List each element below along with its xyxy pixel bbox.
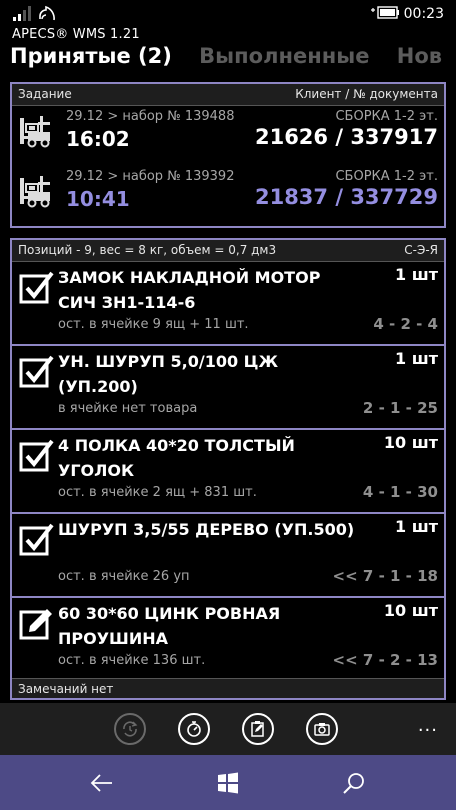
item-location: << 7 - 2 - 13 [332,651,438,669]
checkbox-checked-icon[interactable] [19,354,55,390]
search-icon[interactable] [342,771,366,795]
item-name: ШУРУП 3,5/55 ДЕРЕВО (УП.500) [58,520,355,539]
item-name: 4 ПОЛКА 40*20 ТОЛСТЫЙ УГОЛОК [58,436,295,480]
sync-button[interactable] [114,713,146,745]
clipboard-button[interactable] [242,713,274,745]
tab-new[interactable]: Нов [397,44,442,68]
items-panel: Позиций - 9, вес = 8 кг, объем = 0,7 дм3… [10,238,446,700]
clock: 00:23 [403,6,444,22]
task-row[interactable]: 29.12 > набор № 139392 СБОРКА 1-2 эт. 10… [12,168,444,226]
list-item[interactable]: 4 ПОЛКА 40*20 ТОЛСТЫЙ УГОЛОК 10 шт ост. … [12,430,444,514]
task-batch: 29.12 > набор № 139392 [66,169,235,184]
item-stock-note: ост. в ячейке 2 ящ + 831 шт. [58,485,257,500]
item-location: 4 - 2 - 4 [373,315,438,333]
task-row[interactable]: 29.12 > набор № 139488 СБОРКА 1-2 эт. 16… [12,108,444,166]
app-title: APECS® WMS 1.21 [12,27,140,42]
tab-accepted[interactable]: Принятые (2) [10,44,172,68]
task-batch: 29.12 > набор № 139488 [66,109,235,124]
task-time: 10:41 [66,187,130,211]
tasks-panel: Задание Клиент / № документа 29.12 > наб… [10,82,446,228]
item-name: УН. ШУРУП 5,0/100 ЦЖ (УП.200) [58,352,279,396]
forklift-icon [20,116,50,148]
item-location: 2 - 1 - 25 [362,399,438,417]
items-sort[interactable]: С-Э-Я [404,243,438,257]
system-nav-bar [0,755,456,810]
pivot-tabs: Принятые (2) Выполненные Нов [10,44,456,78]
items-header: Позиций - 9, вес = 8 кг, объем = 0,7 дм3… [12,240,444,262]
signal-icon [13,6,31,21]
more-menu-button[interactable]: ... [418,715,438,736]
item-stock-note: ост. в ячейке 9 ящ + 11 шт. [58,317,249,332]
item-name: ЗАМОК НАКЛАДНОЙ МОТОР СИЧ ЗН1-114-6 [58,268,321,312]
item-stock-note: ост. в ячейке 26 уп [58,569,190,584]
tab-completed[interactable]: Выполненные [199,44,369,68]
edit-checkbox-icon[interactable] [19,606,55,642]
status-bar: 00:23 [0,0,456,28]
checkbox-checked-icon[interactable] [19,270,55,306]
list-item[interactable]: ШУРУП 3,5/55 ДЕРЕВО (УП.500) 1 шт ост. в… [12,514,444,598]
item-quantity: 1 шт [395,265,438,284]
checkbox-checked-icon[interactable] [19,522,55,558]
item-location: << 7 - 1 - 18 [332,567,438,585]
task-document: 21837 / 337729 [254,185,438,209]
tasks-header-task: Задание [18,87,72,101]
back-arrow-icon[interactable] [90,771,114,795]
app-bar: ... [0,703,456,755]
camera-button[interactable] [306,713,338,745]
list-item[interactable]: 60 30*60 ЦИНК РОВНАЯ ПРОУШИНА 10 шт ост.… [12,598,444,682]
item-name: 60 30*60 ЦИНК РОВНАЯ ПРОУШИНА [58,604,281,648]
item-quantity: 10 шт [383,433,438,452]
wifi-icon [39,5,55,21]
item-quantity: 10 шт [383,601,438,620]
task-time: 16:02 [66,127,130,151]
item-quantity: 1 шт [395,349,438,368]
sync-timer-icon [123,721,138,737]
remarks-footer: Замечаний нет [12,678,444,698]
task-zone: СБОРКА 1-2 эт. [335,169,438,184]
task-document: 21626 / 337917 [254,125,438,149]
stopwatch-icon [187,721,201,737]
camera-icon [314,723,330,736]
clipboard-edit-icon [251,721,264,737]
tasks-header: Задание Клиент / № документа [12,84,444,106]
forklift-icon [20,176,50,208]
task-zone: СБОРКА 1-2 эт. [335,109,438,124]
list-item[interactable]: ЗАМОК НАКЛАДНОЙ МОТОР СИЧ ЗН1-114-6 1 шт… [12,262,444,346]
item-stock-note: ост. в ячейке 136 шт. [58,653,206,668]
timer-button[interactable] [178,713,210,745]
battery-charging-icon [371,6,399,19]
item-quantity: 1 шт [395,517,438,536]
items-summary: Позиций - 9, вес = 8 кг, объем = 0,7 дм3 [18,243,277,257]
item-stock-note: в ячейке нет товара [58,401,198,416]
windows-start-icon[interactable] [216,771,240,795]
checkbox-checked-icon[interactable] [19,438,55,474]
list-item[interactable]: УН. ШУРУП 5,0/100 ЦЖ (УП.200) 1 шт в яче… [12,346,444,430]
item-location: 4 - 1 - 30 [362,483,438,501]
tasks-header-client: Клиент / № документа [295,87,438,101]
